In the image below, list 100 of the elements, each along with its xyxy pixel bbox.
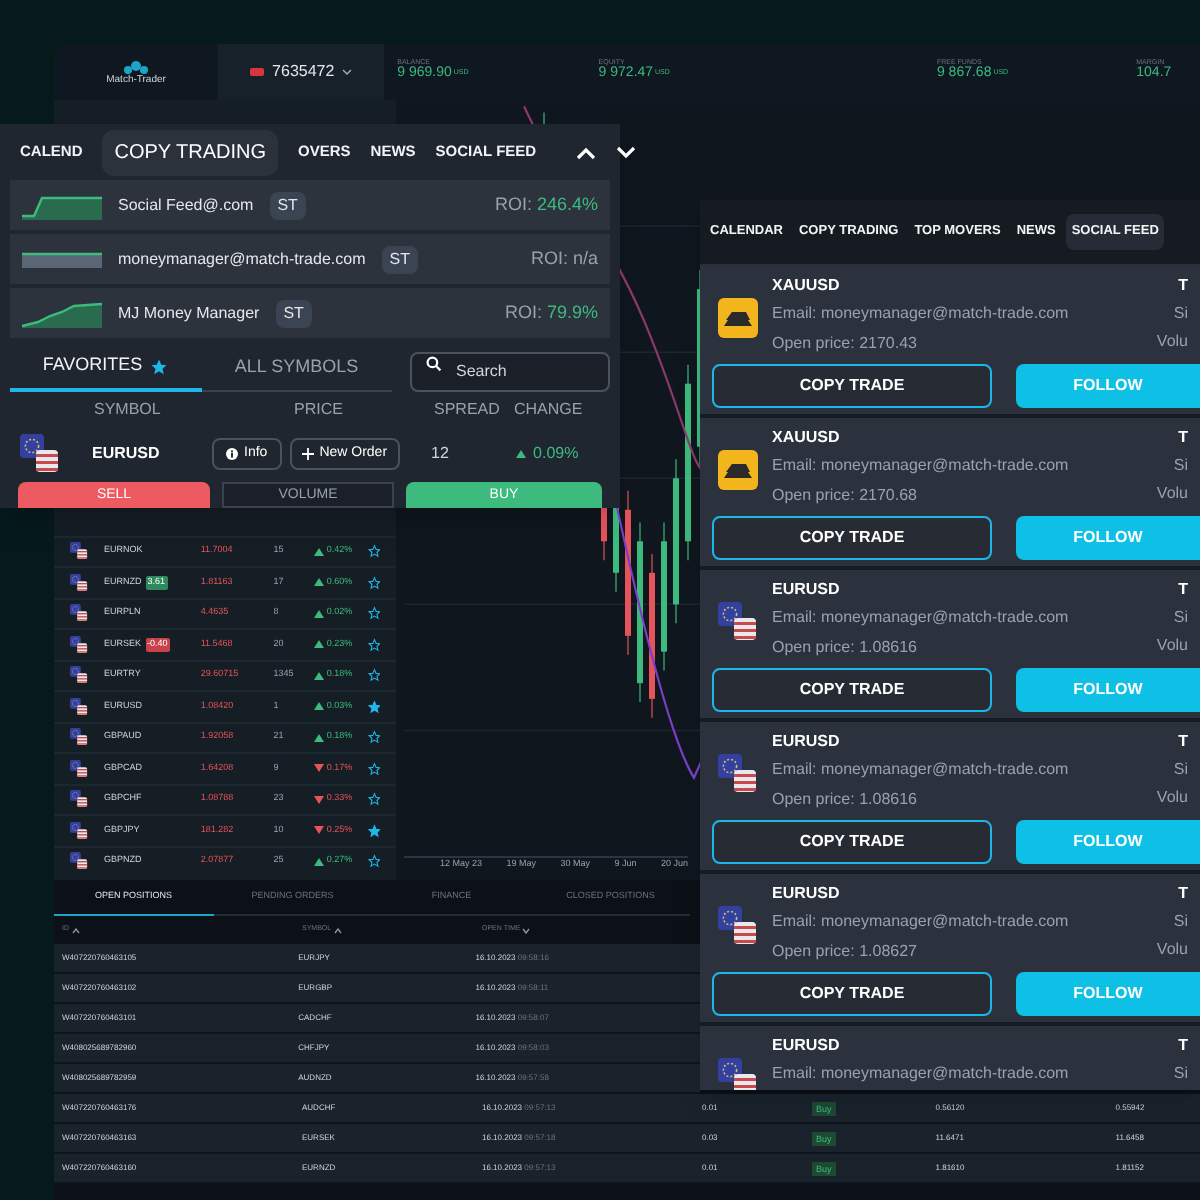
trade-email: Email: moneymanager@match-trade.com: [772, 302, 1071, 326]
currency-flags-icon: [718, 906, 758, 946]
roi-text: ROI: 246.4%: [494, 191, 598, 218]
panel-tab[interactable]: COPY TRADING: [102, 129, 279, 175]
copy-trade-button[interactable]: COPY TRADE: [712, 972, 992, 1016]
star-icon[interactable]: [367, 575, 380, 590]
currency-flags-icon: [718, 1058, 758, 1090]
star-icon[interactable]: [367, 668, 380, 683]
symbol-tab[interactable]: ALL SYMBOLS: [201, 344, 392, 392]
cut-label: T: [1178, 1034, 1188, 1058]
trade-email: Email: moneymanager@match-trade.com: [772, 606, 1071, 630]
currency-flags-icon: [70, 697, 88, 716]
strategy-tag: ST: [381, 245, 418, 273]
chevron-up-icon[interactable]: [576, 145, 597, 159]
symbol-name: EURUSD: [90, 442, 162, 466]
column-header: SYMBOL: [92, 398, 163, 422]
currency-flags-icon: [718, 602, 758, 642]
cut-label: Volu: [1156, 634, 1188, 658]
strategy-card[interactable]: moneymanager@match-trade.com ST ROI: n/a: [10, 234, 610, 284]
cut-label: Si: [1173, 454, 1188, 478]
cut-label: Si: [1173, 910, 1188, 934]
column-header: PRICE: [292, 398, 345, 422]
change-text: 0.09%: [531, 442, 579, 466]
strategy-card[interactable]: Social Feed@.com ST ROI: 246.4%: [10, 180, 610, 230]
open-price: Open price: 2170.68: [772, 484, 919, 508]
trade-email: Email: moneymanager@match-trade.com: [772, 758, 1071, 782]
strategy-card[interactable]: MJ Money Manager ST ROI: 79.9%: [10, 288, 610, 338]
strategy-name: MJ Money Manager: [118, 301, 260, 325]
trade-symbol: EURUSD: [772, 1034, 842, 1058]
info-icon: [226, 448, 238, 460]
strategy-tag: ST: [275, 299, 312, 327]
search-field[interactable]: Search: [410, 351, 610, 391]
search-icon: [426, 356, 442, 372]
star-icon[interactable]: [367, 823, 380, 838]
cut-label: Volu: [1156, 938, 1188, 962]
chevron-down-icon[interactable]: [616, 145, 637, 159]
cut-label: T: [1178, 730, 1188, 754]
cut-label: Si: [1173, 758, 1188, 782]
copy-trade-button[interactable]: COPY TRADE: [712, 668, 992, 712]
copy-trade-button[interactable]: COPY TRADE: [712, 516, 992, 560]
spread-text: 12: [429, 442, 451, 466]
currency-flags-icon: [70, 666, 88, 685]
column-header: SPREAD: [434, 398, 502, 422]
currency-flags-icon: [20, 434, 60, 474]
sparkline-icon: [22, 191, 102, 219]
star-icon[interactable]: [367, 606, 380, 621]
star-icon[interactable]: [367, 761, 380, 776]
strategy-tag: ST: [269, 191, 306, 219]
currency-flags-icon: [70, 821, 88, 840]
currency-flags-icon: [70, 728, 88, 747]
cut-label: Si: [1173, 1062, 1188, 1086]
cut-label: Volu: [1156, 482, 1188, 506]
star-icon[interactable]: [367, 544, 380, 559]
currency-flags-icon: [70, 635, 88, 654]
account-selector[interactable]: 7635472: [218, 44, 384, 100]
star-icon[interactable]: [367, 637, 380, 652]
trade-symbol: EURUSD: [772, 882, 842, 906]
currency-flags-icon: [70, 573, 88, 592]
star-icon[interactable]: [367, 792, 380, 807]
symbol-tab[interactable]: FAVORITES: [10, 344, 201, 392]
star-icon[interactable]: [367, 854, 380, 869]
star-icon[interactable]: [367, 730, 380, 745]
trade-symbol: XAUUSD: [772, 426, 842, 450]
plus-icon: [301, 448, 314, 460]
trade-symbol: EURUSD: [772, 730, 842, 754]
cut-label: Volu: [1156, 330, 1188, 354]
star-icon[interactable]: [367, 699, 380, 714]
currency-flags-icon: [70, 852, 88, 871]
trade-symbol: EURUSD: [772, 578, 842, 602]
column-header: CHANGE: [514, 398, 583, 422]
copy-trade-button[interactable]: COPY TRADE: [712, 364, 992, 408]
currency-flags-icon: [70, 604, 88, 623]
flag-badge: [250, 68, 265, 76]
trade-email: Email: moneymanager@match-trade.com: [772, 910, 1071, 934]
copy-trade-button[interactable]: COPY TRADE: [712, 820, 992, 864]
currency-flags-icon: [70, 542, 88, 561]
roi-text: ROI: 79.9%: [504, 299, 598, 326]
cut-label: T: [1178, 274, 1188, 298]
roi-text: ROI: n/a: [530, 245, 598, 272]
logo-icon: [122, 59, 151, 75]
currency-flags-icon: [70, 790, 88, 809]
account-number: 7635472: [272, 60, 335, 84]
cut-label: Si: [1173, 606, 1188, 630]
cut-label: Si: [1173, 302, 1188, 326]
trade-symbol: XAUUSD: [772, 274, 842, 298]
cut-label: T: [1178, 882, 1188, 906]
sparkline-icon: [22, 251, 102, 267]
open-price: Open price: 2170.43: [772, 332, 919, 356]
star-icon: [150, 357, 169, 375]
open-price: Open price: 1.08627: [772, 940, 919, 964]
cut-label: T: [1178, 426, 1188, 450]
open-price: Open price: 1.08616: [772, 636, 919, 660]
chevron-down-icon: [342, 68, 353, 76]
open-price: Open price: 1.08616: [772, 788, 919, 812]
trade-email: Email: moneymanager@match-trade.com: [772, 1062, 1071, 1086]
currency-flags-icon: [70, 759, 88, 778]
cut-label: T: [1178, 578, 1188, 602]
bullion-icon: [718, 298, 758, 338]
strategy-name: moneymanager@match-trade.com: [118, 247, 366, 271]
trade-email: Email: moneymanager@match-trade.com: [772, 454, 1071, 478]
